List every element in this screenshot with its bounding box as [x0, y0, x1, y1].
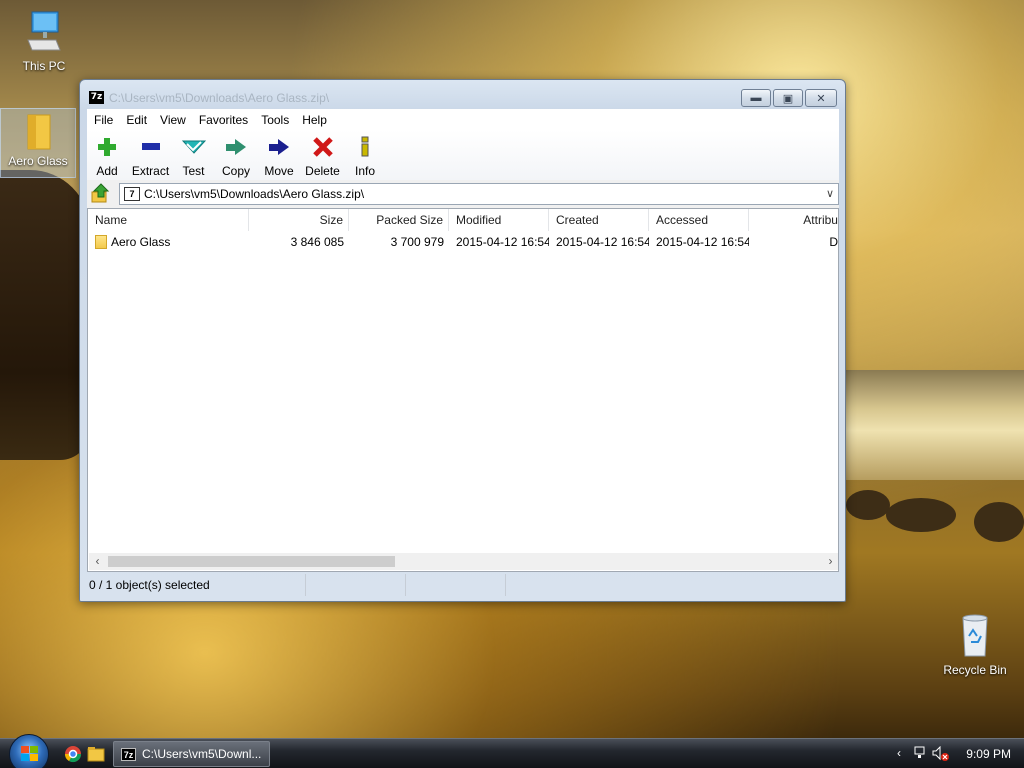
computer-icon: [27, 11, 61, 51]
folder-icon: [27, 114, 51, 150]
check-icon: [181, 140, 206, 154]
up-folder-button[interactable]: [89, 183, 111, 205]
close-button[interactable]: ✕: [805, 89, 837, 107]
status-selection: 0 / 1 object(s) selected: [87, 574, 306, 596]
list-header: Name Size Packed Size Modified Created A…: [88, 209, 838, 231]
menu-tools[interactable]: Tools: [261, 113, 289, 127]
menu-bar: File Edit View Favorites Tools Help: [87, 109, 839, 130]
move-button[interactable]: Move: [259, 130, 299, 180]
start-button[interactable]: [9, 734, 49, 768]
sevenzip-app-icon: 7z: [89, 91, 104, 104]
file-list: Name Size Packed Size Modified Created A…: [87, 208, 839, 572]
folder-icon: [95, 235, 107, 249]
menu-favorites[interactable]: Favorites: [199, 113, 248, 127]
address-bar: 7 C:\Users\vm5\Downloads\Aero Glass.zip\…: [87, 180, 839, 208]
clock[interactable]: 9:09 PM: [966, 747, 1011, 761]
column-header-name[interactable]: Name: [88, 209, 249, 231]
maximize-icon: ▣: [782, 92, 794, 105]
taskbar-window-title: C:\Users\vm5\Downl...: [142, 747, 262, 761]
toolbar: Add Extract Test Copy Move Delete Info: [87, 130, 839, 180]
menu-edit[interactable]: Edit: [126, 113, 147, 127]
status-pane-2: [306, 574, 406, 596]
sevenzip-window: 7z C:\Users\vm5\Downloads\Aero Glass.zip…: [79, 79, 846, 602]
cell-modified: 2015-04-12 16:54: [456, 235, 549, 249]
minus-icon: [141, 143, 160, 150]
title-bar[interactable]: 7z C:\Users\vm5\Downloads\Aero Glass.zip…: [80, 80, 845, 108]
delete-button[interactable]: Delete: [299, 130, 346, 180]
copy-button[interactable]: Copy: [213, 130, 259, 180]
info-icon: [361, 136, 369, 157]
table-row[interactable]: Aero Glass 3 846 085 3 700 979 2015-04-1…: [88, 231, 838, 253]
menu-file[interactable]: File: [94, 113, 113, 127]
cell-packed-size: 3 700 979: [390, 235, 444, 249]
desktop-icon-aero-glass[interactable]: Aero Glass: [0, 108, 76, 178]
column-header-packed-size[interactable]: Packed Size: [349, 209, 449, 231]
cell-name: Aero Glass: [88, 231, 249, 253]
column-header-size[interactable]: Size: [249, 209, 349, 231]
show-hidden-icons-icon[interactable]: ‹: [897, 746, 901, 760]
test-button[interactable]: Test: [174, 130, 213, 180]
column-header-modified[interactable]: Modified: [449, 209, 549, 231]
cell-attributes: D: [829, 235, 838, 249]
archive-icon: 7: [124, 187, 140, 201]
system-tray: ‹ 9:09 PM: [894, 739, 1024, 768]
scroll-left-icon[interactable]: ‹: [89, 553, 106, 570]
wallpaper-rock: [0, 170, 90, 460]
menu-view[interactable]: View: [160, 113, 186, 127]
file-explorer-icon[interactable]: [87, 745, 105, 763]
info-button[interactable]: Info: [346, 130, 384, 180]
maximize-button[interactable]: ▣: [773, 89, 803, 107]
desktop-icon-this-pc[interactable]: This PC: [6, 10, 82, 73]
wallpaper-sea: [846, 370, 1024, 480]
taskbar-window-button[interactable]: 7z C:\Users\vm5\Downl...: [113, 741, 270, 767]
up-folder-icon: [91, 183, 110, 203]
status-bar: 0 / 1 object(s) selected: [87, 574, 839, 596]
chevron-down-icon[interactable]: ∨: [826, 187, 834, 200]
window-title: C:\Users\vm5\Downloads\Aero Glass.zip\: [109, 91, 330, 105]
menu-help[interactable]: Help: [302, 113, 327, 127]
windows-logo-icon: [21, 746, 38, 761]
delete-x-icon: [312, 137, 333, 157]
plus-icon: [98, 138, 116, 156]
move-arrow-icon: [269, 139, 289, 155]
network-icon[interactable]: [914, 746, 930, 760]
cell-accessed: 2015-04-12 16:54: [656, 235, 749, 249]
desktop-icon-recycle-bin[interactable]: Recycle Bin: [937, 612, 1013, 677]
wallpaper-rocks: [846, 488, 1024, 558]
minimize-button[interactable]: ▬: [741, 89, 771, 107]
copy-arrow-icon: [226, 139, 246, 155]
status-pane-3: [406, 574, 506, 596]
volume-muted-icon[interactable]: [932, 746, 950, 762]
horizontal-scrollbar[interactable]: ‹ ›: [89, 553, 838, 570]
extract-button[interactable]: Extract: [127, 130, 174, 180]
column-header-attributes[interactable]: Attribute: [749, 209, 838, 231]
scroll-right-icon[interactable]: ›: [822, 553, 838, 570]
chrome-icon[interactable]: [64, 745, 82, 763]
cell-size: 3 846 085: [290, 235, 344, 249]
cell-created: 2015-04-12 16:54: [556, 235, 649, 249]
column-header-accessed[interactable]: Accessed: [649, 209, 749, 231]
scroll-thumb[interactable]: [108, 556, 395, 567]
status-pane-4: [506, 574, 839, 596]
address-text: C:\Users\vm5\Downloads\Aero Glass.zip\: [144, 187, 365, 201]
address-field[interactable]: 7 C:\Users\vm5\Downloads\Aero Glass.zip\…: [119, 183, 839, 205]
recycle-bin-icon: [962, 614, 988, 657]
add-button[interactable]: Add: [87, 130, 127, 180]
sevenzip-app-icon: 7z: [121, 748, 136, 761]
taskbar: 7z C:\Users\vm5\Downl... ‹ 9:09 PM: [0, 734, 1024, 768]
close-icon: ✕: [816, 92, 826, 105]
minimize-icon: ▬: [750, 92, 762, 104]
column-header-created[interactable]: Created: [549, 209, 649, 231]
